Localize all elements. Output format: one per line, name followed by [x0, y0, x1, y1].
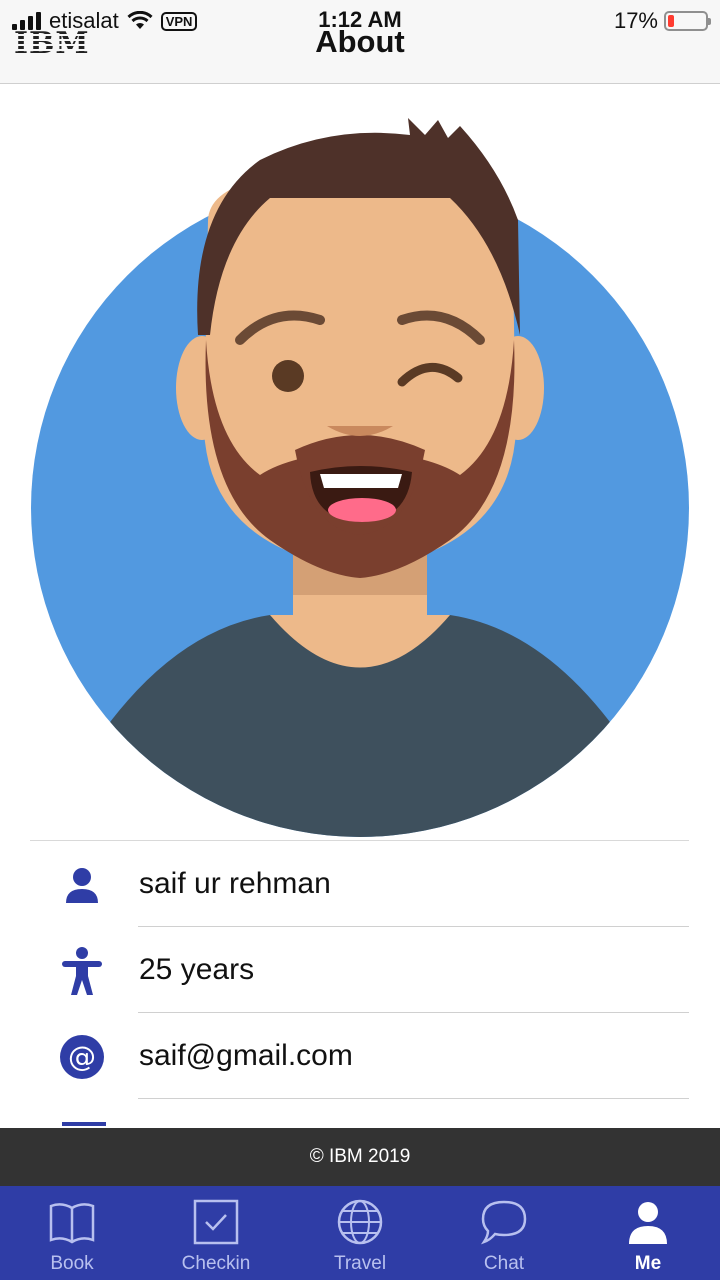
profile-age-row: 25 years [30, 927, 689, 1013]
top-bar: etisalat VPN 1:12 AM 17% IBM About [0, 0, 720, 84]
chat-bubble-icon [480, 1200, 527, 1245]
tab-travel[interactable]: Travel [288, 1186, 432, 1280]
at-sign-icon: @ [58, 1033, 106, 1081]
person-icon [58, 861, 106, 909]
tab-chat[interactable]: Chat [432, 1186, 576, 1280]
globe-icon [337, 1199, 383, 1245]
tab-label: Checkin [181, 1253, 251, 1274]
tab-label: Me [634, 1253, 662, 1274]
book-icon [49, 1203, 95, 1244]
tab-me[interactable]: Me [576, 1186, 720, 1280]
accessibility-icon [58, 947, 106, 995]
tab-checkin[interactable]: Checkin [144, 1186, 288, 1280]
divider [138, 1098, 689, 1099]
bottom-tab-bar: Book Checkin Travel Chat Me [0, 1186, 720, 1280]
tab-book[interactable]: Book [0, 1186, 144, 1280]
profile-email-row: @ saif@gmail.com [30, 1013, 689, 1099]
profile-age: 25 years [139, 953, 255, 986]
svg-text:@: @ [68, 1040, 96, 1073]
footer-copyright: © IBM 2019 [0, 1128, 720, 1186]
user-icon [629, 1202, 667, 1244]
profile-name: saif ur rehman [139, 867, 331, 900]
tab-label: Book [50, 1253, 94, 1274]
profile-email: saif@gmail.com [139, 1039, 353, 1072]
profile-info-list: saif ur rehman 25 years @ saif@gmail.com [30, 840, 689, 1099]
profile-name-row: saif ur rehman [30, 841, 689, 927]
checkbox-icon [193, 1199, 239, 1245]
user-avatar-illustration [31, 118, 689, 837]
tab-label: Chat [483, 1253, 525, 1274]
page-title: About [315, 24, 405, 59]
partial-row-icon [62, 1122, 106, 1126]
tab-label: Travel [333, 1253, 387, 1274]
